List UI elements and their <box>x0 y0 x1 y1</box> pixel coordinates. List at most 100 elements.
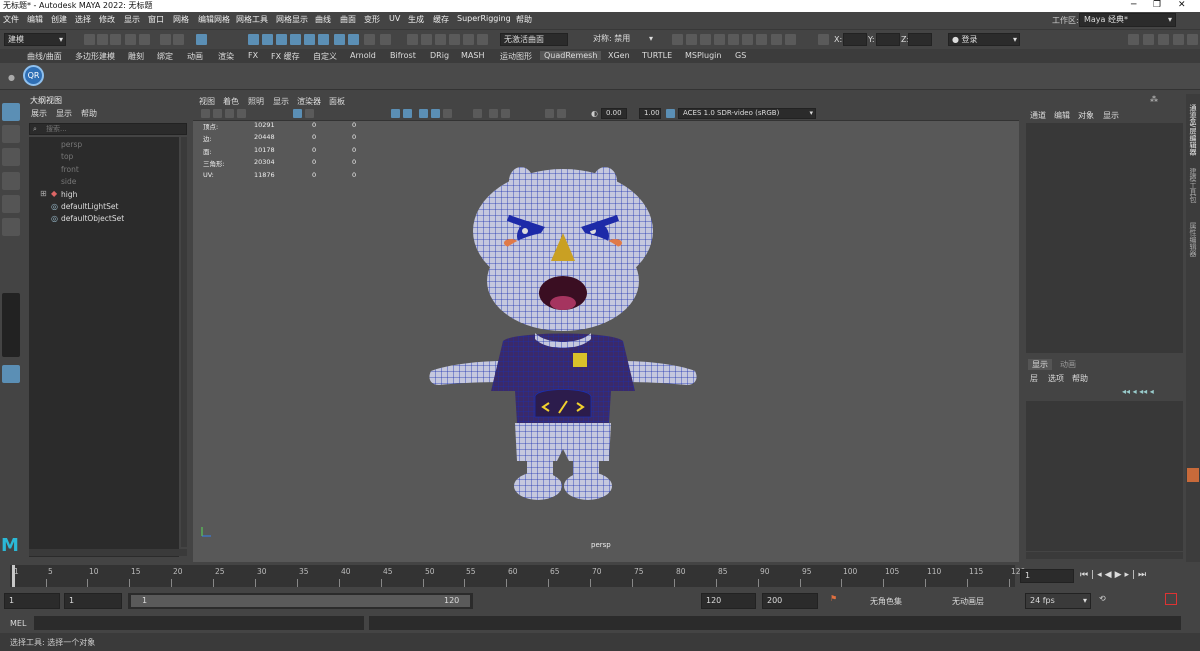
aa-icon[interactable] <box>501 109 510 118</box>
outliner-menu-display[interactable]: 显示 <box>56 108 72 119</box>
history-icon[interactable] <box>334 34 345 45</box>
script-language-label[interactable]: MEL <box>10 619 26 628</box>
color-management-icon[interactable] <box>666 109 675 118</box>
outliner-item-object-set[interactable]: defaultObjectSet <box>61 214 124 223</box>
x-field[interactable] <box>843 33 867 46</box>
film-gate-icon[interactable] <box>305 109 314 118</box>
magnet-icon[interactable] <box>407 34 418 45</box>
channel-box-options-icon[interactable]: ⁂ <box>1150 95 1158 104</box>
menu-mesh[interactable]: 网格 <box>173 14 189 25</box>
shelf-tab-gs[interactable]: GS <box>735 51 746 60</box>
scale-tool-icon[interactable] <box>2 218 20 236</box>
restore-button[interactable]: ❐ <box>1153 0 1161 11</box>
minimize-button[interactable]: ─ <box>1131 0 1136 11</box>
snap-surface-icon[interactable] <box>304 34 315 45</box>
render-settings-icon[interactable] <box>714 34 725 45</box>
shelf-tab-xgen[interactable]: XGen <box>608 51 630 60</box>
outliner-item-top[interactable]: top <box>61 152 73 161</box>
sidetab-modeling-toolkit[interactable]: 建模工具包 <box>1188 168 1198 203</box>
loop-icon[interactable]: ⟲ <box>1099 594 1106 603</box>
command-input[interactable] <box>34 616 364 630</box>
live-surface-field[interactable]: 无激活曲面 <box>500 33 568 46</box>
quick-layout-thumb[interactable] <box>2 293 20 357</box>
sidetab-channel-box[interactable]: 通道盒/层编辑器 <box>1188 104 1198 155</box>
login-menu[interactable]: ● 登录 ▾ <box>948 33 1020 46</box>
menu-edit-mesh[interactable]: 编辑网格 <box>198 14 230 25</box>
y-field[interactable] <box>876 33 900 46</box>
move-tool-icon[interactable] <box>2 172 20 190</box>
shelf-tab-motion-graphics[interactable]: 运动图形 <box>500 51 532 62</box>
image-plane-icon[interactable] <box>237 109 246 118</box>
outliner-menu-help[interactable]: 帮助 <box>81 108 97 119</box>
bookmark-icon[interactable] <box>225 109 234 118</box>
magnet-live-icon[interactable] <box>463 34 474 45</box>
mode-menu[interactable]: 建模 ▾ <box>4 33 66 46</box>
menu-edit[interactable]: 编辑 <box>27 14 43 25</box>
magnet-curve-icon[interactable] <box>435 34 446 45</box>
shelf-tab-fx[interactable]: FX <box>248 51 258 60</box>
viewport-canvas[interactable]: 顶点: 10291 0 0 边: 20448 0 0 面: 10178 0 0 … <box>193 121 1019 562</box>
menu-modify[interactable]: 修改 <box>99 14 115 25</box>
cb-menu-show[interactable]: 显示 <box>1103 110 1119 121</box>
shelf-tab-sculpt[interactable]: 雕刻 <box>128 51 144 62</box>
shelf-tab-turtle[interactable]: TURTLE <box>642 51 672 60</box>
menu-mesh-tools[interactable]: 网格工具 <box>236 14 268 25</box>
shelf-tab-fx-cache[interactable]: FX 缓存 <box>271 51 300 62</box>
shelf-tab-custom[interactable]: 自定义 <box>313 51 337 62</box>
menu-file[interactable]: 文件 <box>3 14 19 25</box>
workspace-select[interactable]: Maya 经典* ▾ <box>1079 13 1176 27</box>
auto-key-icon[interactable] <box>1165 593 1177 605</box>
new-scene-icon[interactable] <box>84 34 95 45</box>
menu-cache[interactable]: 缓存 <box>433 14 449 25</box>
layer-menu-options[interactable]: 选项 <box>1048 373 1064 384</box>
arnold-render-icon[interactable] <box>742 34 753 45</box>
layout-single-icon[interactable] <box>2 365 20 383</box>
layer-tab-display[interactable]: 显示 <box>1028 359 1052 370</box>
snap-curve-icon[interactable] <box>262 34 273 45</box>
shelf-menu-icon[interactable]: ● <box>8 73 15 82</box>
time-ruler[interactable]: 1 5 10 15 20 25 30 35 40 45 50 55 60 65 70 75 80 85 90 95 10… <box>10 565 1025 587</box>
menu-curves[interactable]: 曲线 <box>315 14 331 25</box>
isolate-icon[interactable] <box>545 109 554 118</box>
vp-menu-shading[interactable]: 着色 <box>223 96 239 107</box>
rotate-tool-icon[interactable] <box>2 195 20 213</box>
outliner-toggle-icon[interactable] <box>1187 34 1198 45</box>
attribute-editor-icon[interactable] <box>1143 34 1154 45</box>
z-field[interactable] <box>908 33 932 46</box>
save-scene-icon[interactable] <box>110 34 121 45</box>
shelf-tab-curves[interactable]: 曲线/曲面 <box>27 51 62 62</box>
menu-windows[interactable]: 窗口 <box>148 14 164 25</box>
render-sequence-icon[interactable] <box>686 34 697 45</box>
menu-uv[interactable]: UV <box>389 14 400 23</box>
menu-help[interactable]: 帮助 <box>516 14 532 25</box>
lock-icon[interactable] <box>364 34 375 45</box>
new-layer-icon[interactable]: ◂◂ ◂ ◂◂ ◂ <box>1122 387 1154 396</box>
vp-menu-view[interactable]: 视图 <box>199 96 215 107</box>
quadremesh-button[interactable]: QR <box>23 65 44 86</box>
snap-point-icon[interactable] <box>276 34 287 45</box>
vp-menu-show[interactable]: 显示 <box>273 96 289 107</box>
start-time-field[interactable]: 1 <box>4 593 60 609</box>
render-current-icon[interactable] <box>672 34 683 45</box>
current-time-marker[interactable] <box>12 565 15 587</box>
xray-icon[interactable] <box>557 109 566 118</box>
cb-menu-edit[interactable]: 编辑 <box>1054 110 1070 121</box>
construction-icon[interactable] <box>348 34 359 45</box>
playback-controls[interactable]: ⏮|◂◀▶▸|⏭ <box>1080 570 1149 580</box>
wireframe-icon[interactable] <box>391 109 400 118</box>
lights-icon[interactable] <box>443 109 452 118</box>
key-icon[interactable]: ⚑ <box>830 594 837 603</box>
menu-superrigging[interactable]: SuperRigging <box>457 14 511 23</box>
playback-end-field[interactable]: 120 <box>701 593 756 609</box>
tool-settings-icon[interactable] <box>1158 34 1169 45</box>
outliner-item-front[interactable]: front <box>61 165 79 174</box>
modeling-toolkit-icon[interactable] <box>1128 34 1139 45</box>
outliner-item-light-set[interactable]: defaultLightSet <box>61 202 118 211</box>
outliner-item-high[interactable]: high <box>61 190 77 199</box>
character-model[interactable] <box>423 161 703 506</box>
select-hierarchy-icon[interactable] <box>160 34 171 45</box>
menu-display[interactable]: 显示 <box>124 14 140 25</box>
expand-icon[interactable]: ⊞ <box>40 189 47 198</box>
range-slider-bar[interactable] <box>131 595 470 607</box>
camera-lock-icon[interactable] <box>213 109 222 118</box>
